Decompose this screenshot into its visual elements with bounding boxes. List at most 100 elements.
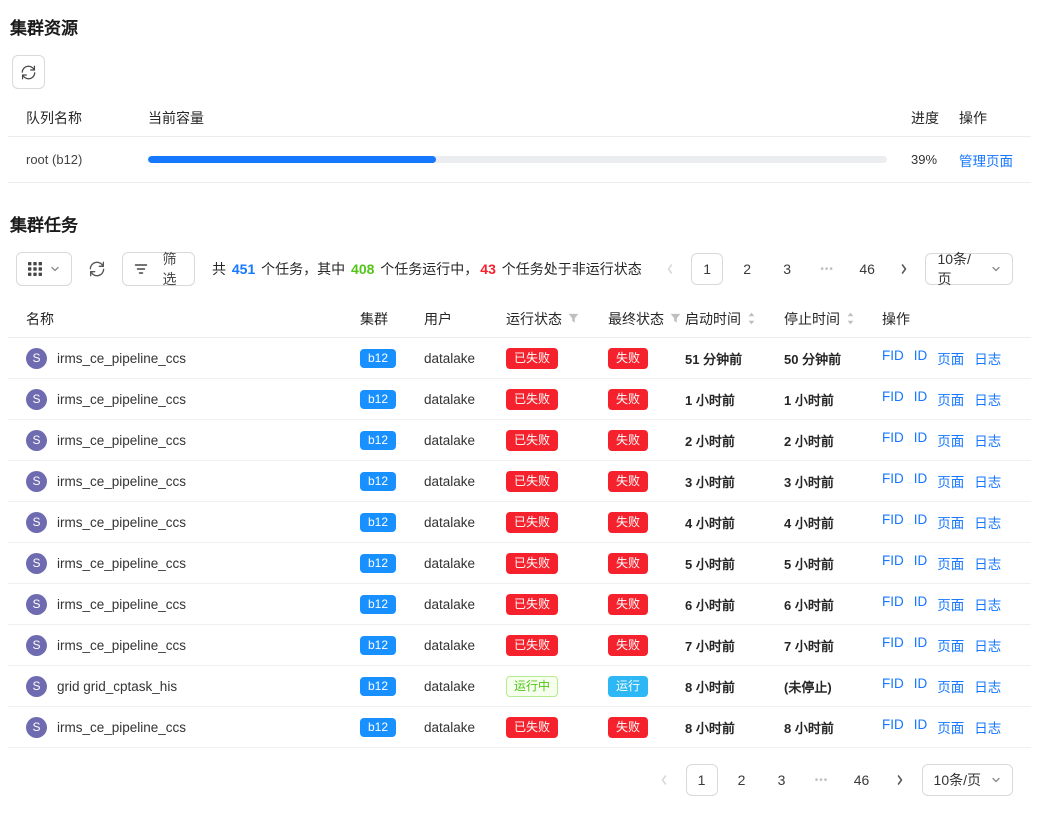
fid-link[interactable]: FID bbox=[882, 717, 904, 737]
run-status-cell: 已失败 bbox=[506, 430, 608, 451]
page-size-select[interactable]: 10条/页 bbox=[925, 253, 1013, 285]
stop-time: 50 分钟前 bbox=[784, 349, 882, 368]
row-actions-cell: FID ID 页面 日志 bbox=[882, 594, 1013, 614]
log-link[interactable]: 日志 bbox=[974, 512, 1001, 532]
pagination-page[interactable]: ••• bbox=[811, 253, 843, 285]
tasks-refresh-button[interactable] bbox=[87, 261, 107, 277]
page-link[interactable]: 页面 bbox=[937, 348, 964, 368]
manage-page-link[interactable]: 管理页面 bbox=[959, 154, 1013, 169]
stop-time: 1 小时前 bbox=[784, 390, 882, 409]
log-link[interactable]: 日志 bbox=[974, 553, 1001, 573]
pagination-page[interactable]: 1 bbox=[686, 764, 718, 796]
task-row: S irms_ce_pipeline_ccs b12 datalake 已失败 … bbox=[8, 543, 1031, 584]
page-link[interactable]: 页面 bbox=[937, 676, 964, 696]
log-link[interactable]: 日志 bbox=[974, 635, 1001, 655]
pagination-prev-button[interactable] bbox=[650, 765, 678, 795]
page-link[interactable]: 页面 bbox=[937, 635, 964, 655]
cluster-tag: b12 bbox=[360, 554, 396, 573]
run-status-badge: 已失败 bbox=[506, 430, 558, 451]
col-header-run-status[interactable]: 运行状态 bbox=[506, 309, 608, 329]
start-time: 51 分钟前 bbox=[685, 349, 784, 368]
col-header-stop-time[interactable]: 停止时间 bbox=[784, 309, 882, 329]
pagination-top: 1 2 3 ••• 46 10条/页 bbox=[657, 253, 1013, 285]
pagination-page[interactable]: 1 bbox=[691, 253, 723, 285]
start-time: 2 小时前 bbox=[685, 431, 784, 450]
task-row: S irms_ce_pipeline_ccs b12 datalake 已失败 … bbox=[8, 379, 1031, 420]
fid-link[interactable]: FID bbox=[882, 512, 904, 532]
log-link[interactable]: 日志 bbox=[974, 717, 1001, 737]
page-link[interactable]: 页面 bbox=[937, 553, 964, 573]
col-header-final-status[interactable]: 最终状态 bbox=[608, 309, 685, 329]
pagination-page[interactable]: 46 bbox=[846, 764, 878, 796]
pagination-page[interactable]: 3 bbox=[766, 764, 798, 796]
page-size-select[interactable]: 10条/页 bbox=[922, 764, 1013, 796]
id-link[interactable]: ID bbox=[914, 676, 928, 696]
column-layout-dropdown-button[interactable] bbox=[16, 252, 72, 286]
id-link[interactable]: ID bbox=[914, 512, 928, 532]
page-size-value: 10条/页 bbox=[937, 249, 981, 289]
log-link[interactable]: 日志 bbox=[974, 471, 1001, 491]
id-link[interactable]: ID bbox=[914, 717, 928, 737]
log-link[interactable]: 日志 bbox=[974, 348, 1001, 368]
pagination-page[interactable]: 46 bbox=[851, 253, 883, 285]
start-time: 1 小时前 bbox=[685, 390, 784, 409]
page-link[interactable]: 页面 bbox=[937, 512, 964, 532]
run-status-badge: 已失败 bbox=[506, 348, 558, 369]
id-link[interactable]: ID bbox=[914, 635, 928, 655]
page-link[interactable]: 页面 bbox=[937, 471, 964, 491]
task-user: datalake bbox=[424, 474, 506, 489]
pagination-page[interactable]: 3 bbox=[771, 253, 803, 285]
page-link[interactable]: 页面 bbox=[937, 389, 964, 409]
task-name-cell: S grid grid_cptask_his bbox=[26, 676, 360, 697]
task-name: irms_ce_pipeline_ccs bbox=[57, 556, 186, 571]
col-header-start-time[interactable]: 启动时间 bbox=[685, 309, 784, 329]
pagination-page[interactable]: 2 bbox=[731, 253, 763, 285]
cluster-tag: b12 bbox=[360, 595, 396, 614]
filter-button-label: 筛选 bbox=[156, 249, 183, 289]
resources-refresh-button[interactable] bbox=[12, 55, 45, 89]
log-link[interactable]: 日志 bbox=[974, 430, 1001, 450]
pagination-next-button[interactable] bbox=[886, 765, 914, 795]
row-actions-cell: FID ID 页面 日志 bbox=[882, 553, 1013, 573]
pagination-next-button[interactable] bbox=[891, 254, 917, 284]
avatar: S bbox=[26, 512, 47, 533]
pagination-page[interactable]: ••• bbox=[806, 764, 838, 796]
fid-link[interactable]: FID bbox=[882, 348, 904, 368]
log-link[interactable]: 日志 bbox=[974, 676, 1001, 696]
fid-link[interactable]: FID bbox=[882, 430, 904, 450]
fid-link[interactable]: FID bbox=[882, 594, 904, 614]
col-header-capacity: 当前容量 bbox=[148, 108, 887, 128]
page-link[interactable]: 页面 bbox=[937, 430, 964, 450]
filter-funnel-icon[interactable] bbox=[568, 313, 579, 324]
start-time: 7 小时前 bbox=[685, 636, 784, 655]
pagination-prev-button[interactable] bbox=[657, 254, 683, 284]
pagination-page[interactable]: 2 bbox=[726, 764, 758, 796]
id-link[interactable]: ID bbox=[914, 389, 928, 409]
id-link[interactable]: ID bbox=[914, 348, 928, 368]
id-link[interactable]: ID bbox=[914, 430, 928, 450]
fid-link[interactable]: FID bbox=[882, 389, 904, 409]
fid-link[interactable]: FID bbox=[882, 553, 904, 573]
id-link[interactable]: ID bbox=[914, 553, 928, 573]
fid-link[interactable]: FID bbox=[882, 635, 904, 655]
filter-funnel-icon[interactable] bbox=[670, 313, 681, 324]
id-link[interactable]: ID bbox=[914, 594, 928, 614]
log-link[interactable]: 日志 bbox=[974, 594, 1001, 614]
filter-button[interactable]: 筛选 bbox=[122, 252, 195, 286]
fid-link[interactable]: FID bbox=[882, 471, 904, 491]
final-status-cell: 失败 bbox=[608, 553, 685, 574]
log-link[interactable]: 日志 bbox=[974, 389, 1001, 409]
sort-carets-icon[interactable] bbox=[846, 312, 855, 325]
final-status-cell: 失败 bbox=[608, 348, 685, 369]
task-name: irms_ce_pipeline_ccs bbox=[57, 638, 186, 653]
id-link[interactable]: ID bbox=[914, 471, 928, 491]
page-link[interactable]: 页面 bbox=[937, 594, 964, 614]
cluster-tag: b12 bbox=[360, 718, 396, 737]
fid-link[interactable]: FID bbox=[882, 676, 904, 696]
page-link[interactable]: 页面 bbox=[937, 717, 964, 737]
cluster-cell: b12 bbox=[360, 595, 424, 614]
run-status-badge: 已失败 bbox=[506, 389, 558, 410]
resources-table: 队列名称 当前容量 进度 操作 root (b12) 39% 管理页面 bbox=[8, 99, 1031, 183]
cluster-tag: b12 bbox=[360, 636, 396, 655]
sort-carets-icon[interactable] bbox=[747, 312, 756, 325]
